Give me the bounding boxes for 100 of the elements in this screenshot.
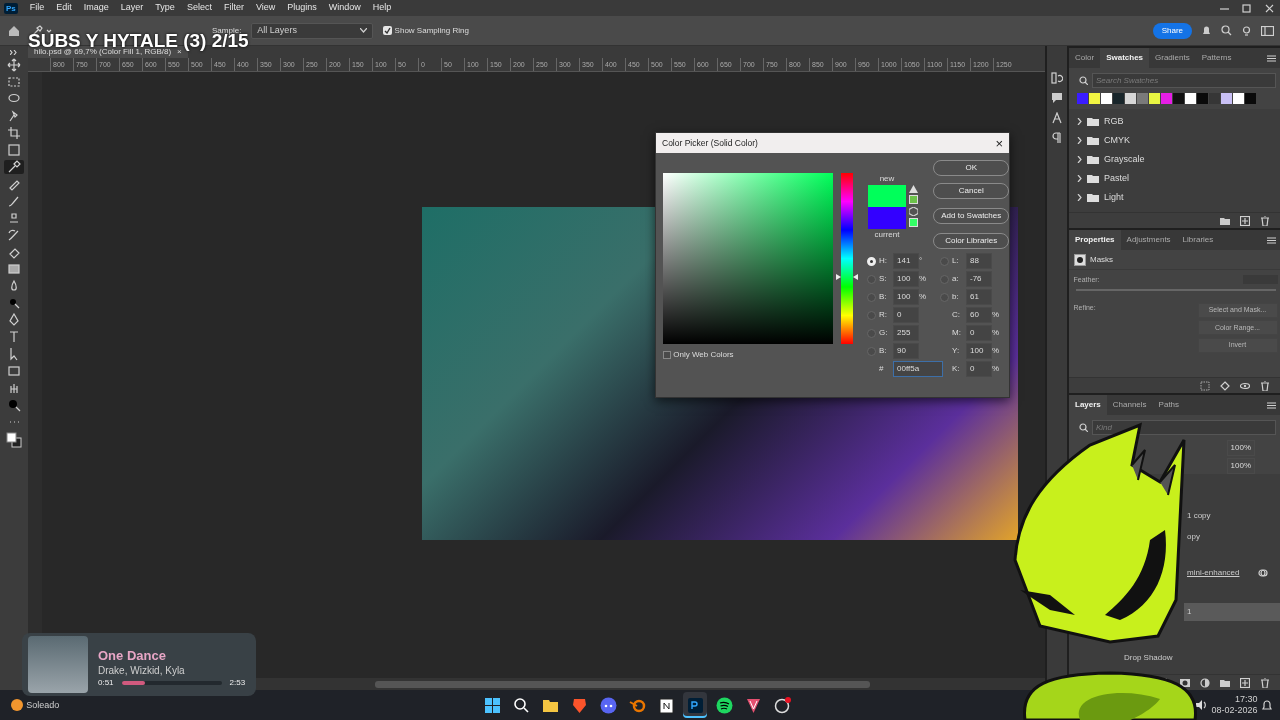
layer-row[interactable]: mini-enhanced bbox=[1184, 564, 1280, 583]
value-field[interactable]: 100 bbox=[893, 271, 919, 287]
dialog-button[interactable]: Cancel bbox=[933, 183, 1010, 199]
menu-item[interactable]: File bbox=[23, 1, 51, 15]
value-field[interactable]: 60 bbox=[966, 307, 992, 323]
search-icon[interactable] bbox=[511, 695, 531, 715]
group-name[interactable]: CMYK bbox=[1104, 133, 1130, 148]
marquee-icon[interactable] bbox=[7, 75, 21, 89]
trash-icon[interactable] bbox=[1260, 677, 1270, 688]
zoom-icon[interactable] bbox=[7, 398, 21, 412]
menu-item[interactable]: Type bbox=[149, 1, 181, 15]
color-swatch[interactable] bbox=[1209, 93, 1220, 104]
fill-field[interactable]: 100% bbox=[1226, 458, 1255, 475]
color-swatch[interactable] bbox=[1113, 93, 1124, 104]
stamp-icon[interactable] bbox=[7, 211, 21, 225]
sun-icon[interactable] bbox=[10, 698, 24, 712]
value-field[interactable]: 0 bbox=[966, 361, 992, 377]
value-field[interactable]: 88 bbox=[966, 253, 992, 269]
character-icon[interactable] bbox=[1051, 112, 1063, 124]
checkbox[interactable] bbox=[663, 350, 671, 359]
menu-item[interactable]: Edit bbox=[50, 1, 78, 15]
folder-icon[interactable] bbox=[1220, 677, 1230, 688]
panel-icon[interactable] bbox=[1261, 25, 1274, 36]
selection-icon[interactable] bbox=[1200, 380, 1210, 391]
sound-waves-icon[interactable] bbox=[714, 695, 734, 715]
speaker-icon[interactable] bbox=[1194, 700, 1207, 710]
gamut-swatch-icon[interactable] bbox=[909, 195, 919, 205]
color-swatch[interactable] bbox=[1125, 93, 1136, 104]
group-name[interactable]: Pastel bbox=[1104, 171, 1129, 186]
cube-icon[interactable] bbox=[909, 206, 919, 216]
apply-icon[interactable] bbox=[1220, 380, 1230, 391]
hue-handle[interactable] bbox=[836, 274, 858, 281]
checkbox[interactable] bbox=[383, 26, 393, 35]
color-swatch[interactable] bbox=[1149, 93, 1160, 104]
warning-icon[interactable] bbox=[909, 185, 919, 193]
magnifier-handle-icon[interactable] bbox=[7, 296, 21, 310]
layer-row[interactable]: 1 copy bbox=[1184, 507, 1280, 526]
value-field[interactable]: 0 bbox=[966, 325, 992, 341]
weather-text[interactable]: Soleado bbox=[26, 698, 60, 712]
lightbulb-icon[interactable] bbox=[1241, 25, 1252, 36]
adjustment-icon[interactable] bbox=[1200, 677, 1210, 688]
value-field[interactable]: 141 bbox=[893, 253, 919, 269]
color-swatch[interactable] bbox=[1077, 93, 1088, 104]
value-field[interactable]: 100 bbox=[966, 343, 992, 359]
value-field[interactable]: -76 bbox=[966, 271, 992, 287]
group-name[interactable]: RGB bbox=[1104, 114, 1124, 129]
close-icon[interactable] bbox=[1264, 3, 1274, 13]
share-button[interactable]: Share bbox=[1152, 22, 1192, 39]
add-icon[interactable] bbox=[1240, 215, 1250, 226]
value-field[interactable]: 100 bbox=[893, 289, 919, 305]
panel-tab[interactable]: Paths bbox=[1152, 395, 1186, 415]
value-field[interactable]: 255 bbox=[893, 325, 919, 341]
color-swatch[interactable] bbox=[1245, 93, 1256, 104]
close-button[interactable]: × bbox=[995, 136, 1003, 150]
color-swatch[interactable] bbox=[1221, 93, 1232, 104]
layer-row[interactable]: Drop Shadow bbox=[1121, 649, 1280, 668]
panel-tab[interactable]: Channels bbox=[1106, 395, 1153, 415]
eyedropper-icon[interactable] bbox=[7, 160, 21, 174]
menu-item[interactable]: Image bbox=[77, 1, 115, 15]
panel-tab[interactable]: Properties bbox=[1069, 230, 1121, 250]
crop-icon[interactable] bbox=[7, 126, 21, 140]
panel-tab[interactable]: Color bbox=[1069, 48, 1101, 68]
trash-icon[interactable] bbox=[1260, 380, 1270, 391]
dial-icon[interactable] bbox=[772, 695, 792, 715]
windows-logo-icon[interactable] bbox=[482, 695, 502, 715]
home-icon[interactable] bbox=[8, 25, 20, 36]
panel-tab[interactable]: Libraries bbox=[1176, 230, 1220, 250]
color-swatch[interactable] bbox=[1197, 93, 1208, 104]
dialog-button[interactable]: OK bbox=[933, 160, 1010, 176]
chevron-icon[interactable] bbox=[1077, 137, 1082, 144]
pen-icon[interactable] bbox=[7, 313, 21, 327]
chevron-icon[interactable] bbox=[1077, 156, 1082, 163]
mask-icon[interactable] bbox=[1180, 677, 1190, 688]
panel-menu-icon[interactable] bbox=[1267, 236, 1276, 244]
tab-close[interactable]: × bbox=[177, 46, 182, 58]
collapse-icon[interactable] bbox=[10, 50, 18, 55]
new-folder-icon[interactable] bbox=[1220, 215, 1230, 226]
panel-tab[interactable]: Layers bbox=[1069, 395, 1107, 415]
color-swatch[interactable] bbox=[1089, 93, 1100, 104]
value-field[interactable]: 61 bbox=[966, 289, 992, 305]
panel-tab[interactable]: Swatches bbox=[1100, 48, 1150, 68]
color-field[interactable] bbox=[663, 173, 833, 344]
history-brush-icon[interactable] bbox=[7, 228, 21, 242]
menu-item[interactable]: View bbox=[249, 1, 282, 15]
bell-icon[interactable] bbox=[1201, 25, 1212, 36]
hue-slider[interactable] bbox=[836, 173, 858, 344]
panel-tab[interactable]: Gradients bbox=[1149, 48, 1196, 68]
scrollbar-thumb[interactable] bbox=[375, 680, 870, 688]
layer-row[interactable]: 1 bbox=[1184, 603, 1280, 622]
color-swatch[interactable] bbox=[1137, 93, 1148, 104]
menu-item[interactable]: Select bbox=[180, 1, 218, 15]
value-field[interactable]: 00ff5a bbox=[893, 361, 943, 377]
dialog-button[interactable]: Color Libraries bbox=[933, 233, 1010, 249]
add-icon[interactable] bbox=[1240, 677, 1250, 688]
gradient-icon[interactable] bbox=[7, 262, 21, 276]
chevron-icon[interactable] bbox=[1077, 175, 1082, 182]
frame-icon[interactable] bbox=[7, 143, 21, 157]
value-field[interactable]: 0 bbox=[893, 307, 919, 323]
document-tab[interactable]: hilo.psd @ 69,7% (Color Fill 1, RGB/8) bbox=[34, 46, 172, 58]
group-name[interactable]: Grayscale bbox=[1104, 152, 1145, 167]
